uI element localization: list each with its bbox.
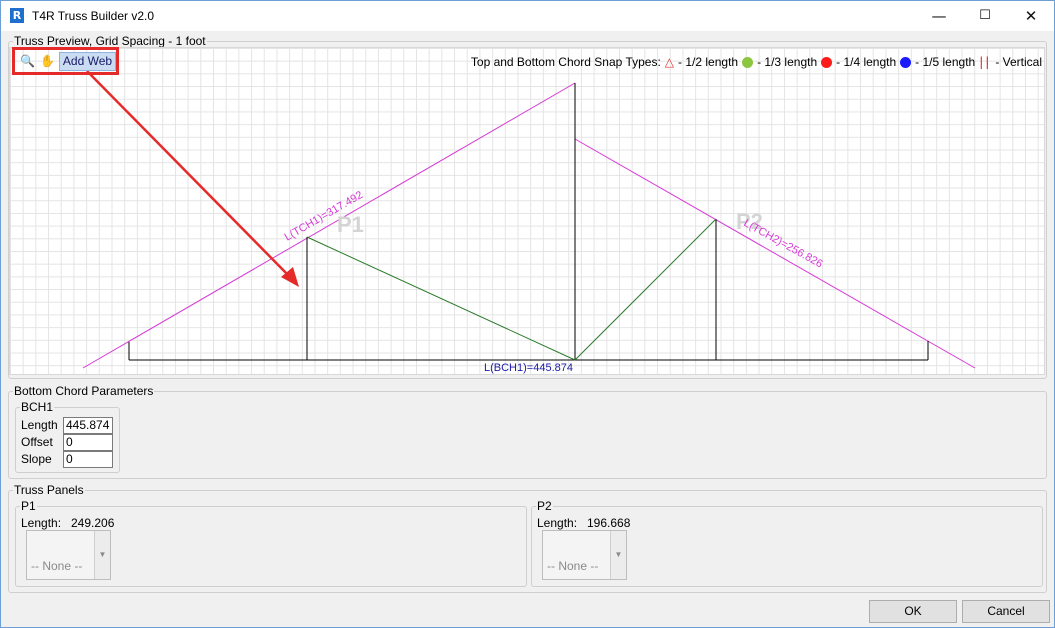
panel-p1-label: P1 [20, 499, 37, 513]
snap-third-label: - 1/3 length [757, 55, 818, 69]
truss-panels-label: Truss Panels [13, 483, 85, 497]
bottom-chord-group: Bottom Chord Parameters [8, 384, 1047, 479]
hand-pan-icon[interactable]: ✋ [39, 53, 56, 70]
annotation-arrow-shaft [86, 70, 293, 280]
p1-length-label: Length: [21, 516, 62, 530]
title-bar: R T4R Truss Builder v2.0 — ☐ ✕ [1, 1, 1054, 31]
cancel-button[interactable]: Cancel [962, 600, 1050, 623]
bch1-length-label: L(BCH1)=445.874 [484, 362, 573, 374]
length-label: Length [21, 418, 58, 432]
offset-label: Offset [21, 435, 53, 449]
fifth-length-dot-icon [900, 56, 912, 68]
bottom-chord-label: Bottom Chord Parameters [13, 384, 155, 398]
snap-types-legend: Top and Bottom Chord Snap Types: △ - 1/2… [467, 55, 1042, 69]
truss-preview-label: Truss Preview, Grid Spacing - 1 foot [13, 34, 207, 48]
revit-app-icon: R [10, 8, 24, 23]
truss-drawing: P1 P2 L(TCH1)=317.492 L(TCH2)=256.826 L(… [82, 70, 976, 374]
snap-half-label: - 1/2 length [678, 55, 739, 69]
p2-length-label: Length: [537, 516, 578, 530]
snap-fifth-label: - 1/5 length [915, 55, 976, 69]
right-diagonal-web [574, 218, 717, 361]
chevron-down-icon: ▼ [610, 531, 626, 579]
snap-vertical-label: - Vertical [995, 55, 1042, 69]
p1-length-value: 249.206 [71, 516, 115, 530]
third-length-dot-icon [742, 56, 754, 68]
p2-web-type-select[interactable]: -- None -- ▼ [542, 530, 627, 580]
minimize-button[interactable]: — [916, 1, 962, 31]
offset-input[interactable]: 0 [63, 434, 113, 451]
quarter-length-dot-icon [821, 56, 833, 68]
panel-p2-label: P2 [536, 499, 553, 513]
ok-button[interactable]: OK [869, 600, 957, 623]
half-length-triangle-icon: △ [664, 55, 675, 69]
top-chord-tch1 [82, 82, 576, 369]
close-button[interactable]: ✕ [1008, 1, 1054, 31]
truss-builder-window: R T4R Truss Builder v2.0 — ☐ ✕ Truss Pre… [0, 0, 1055, 628]
left-diagonal-web [306, 236, 576, 361]
p2-select-value: -- None -- [547, 559, 599, 573]
maximize-button[interactable]: ☐ [962, 1, 1008, 31]
snap-legend-title: Top and Bottom Chord Snap Types: [470, 55, 661, 69]
panel-label-p1: P1 [337, 212, 364, 237]
top-chord-tch2 [574, 138, 976, 369]
p1-select-value: -- None -- [31, 559, 83, 573]
window-title: T4R Truss Builder v2.0 [32, 9, 155, 23]
tch2-length-label: L(TCH2)=256.826 [742, 217, 825, 270]
length-input[interactable]: 445.874 [63, 417, 113, 434]
vertical-snap-icon: || [979, 55, 992, 69]
slope-input[interactable]: 0 [63, 451, 113, 468]
p2-length-value: 196.668 [587, 516, 631, 530]
add-web-button[interactable]: Add Web [59, 52, 116, 71]
chevron-down-icon: ▼ [94, 531, 110, 579]
bch1-label: BCH1 [20, 400, 55, 414]
snap-quarter-label: - 1/4 length [836, 55, 897, 69]
zoom-icon[interactable]: 🔍 [19, 53, 36, 70]
p1-web-type-select[interactable]: -- None -- ▼ [26, 530, 111, 580]
slope-label: Slope [21, 452, 52, 466]
